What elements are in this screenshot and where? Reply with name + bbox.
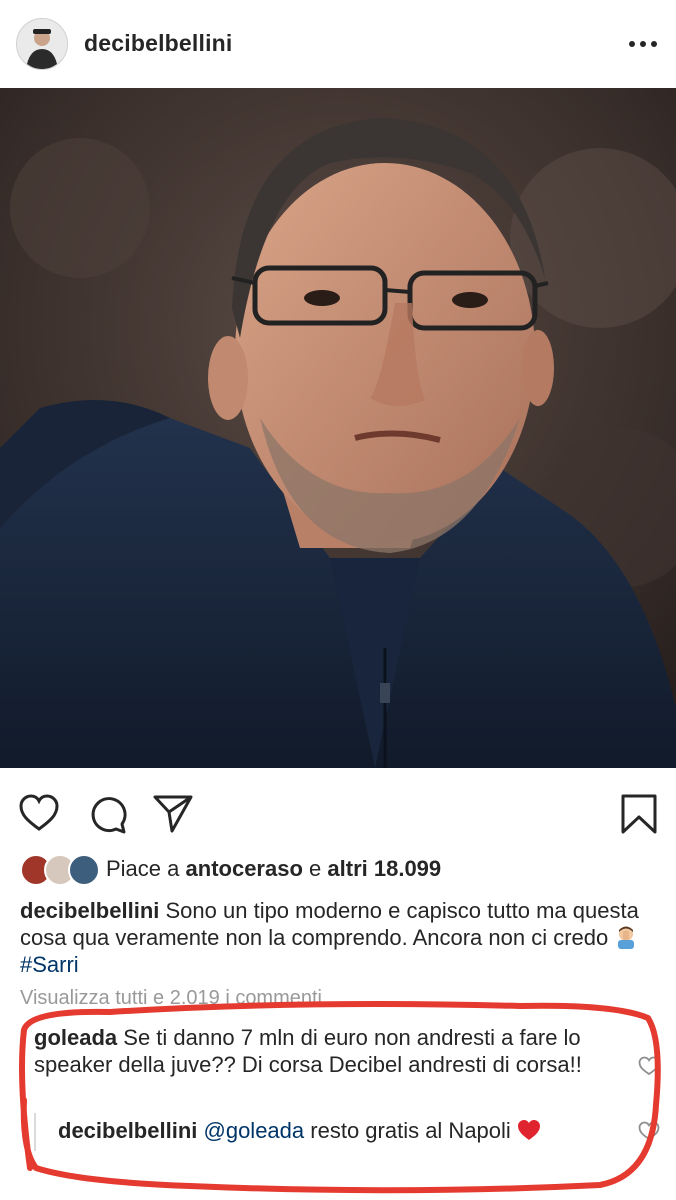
likes-count-text[interactable]: Piace a antoceraso e altri 18.099 [106, 856, 441, 882]
comment-text: Se ti danno 7 mln di euro non andresti a… [34, 1025, 582, 1077]
likes-others[interactable]: altri 18.099 [327, 856, 441, 881]
likes-prefix: Piace a [106, 856, 180, 881]
comment-reply-item: decibelbellini @goleada resto gratis al … [58, 1117, 618, 1144]
reply-username[interactable]: decibelbellini [58, 1118, 197, 1143]
red-heart-emoji-icon [517, 1118, 541, 1142]
view-all-comments-link[interactable]: Visualizza tutti e 2.019 i commenti [20, 987, 322, 1010]
post-photo[interactable] [0, 88, 676, 768]
post-header: decibelbellini [0, 0, 676, 88]
avatar [68, 854, 100, 886]
paper-plane-icon[interactable] [152, 793, 194, 835]
liker-avatars[interactable] [20, 854, 100, 886]
comment-icon[interactable] [86, 793, 128, 835]
reply-thread-line [34, 1113, 36, 1151]
caption-hashtag[interactable]: #Sarri [20, 952, 79, 977]
caption-username[interactable]: decibelbellini [20, 898, 159, 923]
more-horizontal-icon[interactable] [628, 33, 658, 55]
bookmark-icon[interactable] [618, 793, 660, 835]
likes-user[interactable]: antoceraso [186, 856, 303, 881]
reply-text: resto gratis al Napoli [310, 1118, 511, 1143]
action-bar [0, 785, 676, 845]
post-caption: decibelbellini Sono un tipo moderno e ca… [20, 897, 656, 978]
comment-username[interactable]: goleada [34, 1025, 117, 1050]
comment-like-icon[interactable] [638, 1056, 660, 1076]
man-facepalming-emoji-icon [614, 925, 638, 949]
header-username[interactable]: decibelbellini [84, 30, 233, 57]
likes-row: Piace a antoceraso e altri 18.099 [20, 852, 660, 886]
profile-avatar[interactable] [16, 18, 68, 70]
heart-icon[interactable] [18, 793, 60, 835]
reply-like-icon[interactable] [638, 1121, 660, 1141]
likes-connector: e [309, 856, 322, 881]
comment-item: goleada Se ti danno 7 mln di euro non an… [34, 1024, 614, 1078]
reply-mention[interactable]: @goleada [204, 1118, 305, 1143]
